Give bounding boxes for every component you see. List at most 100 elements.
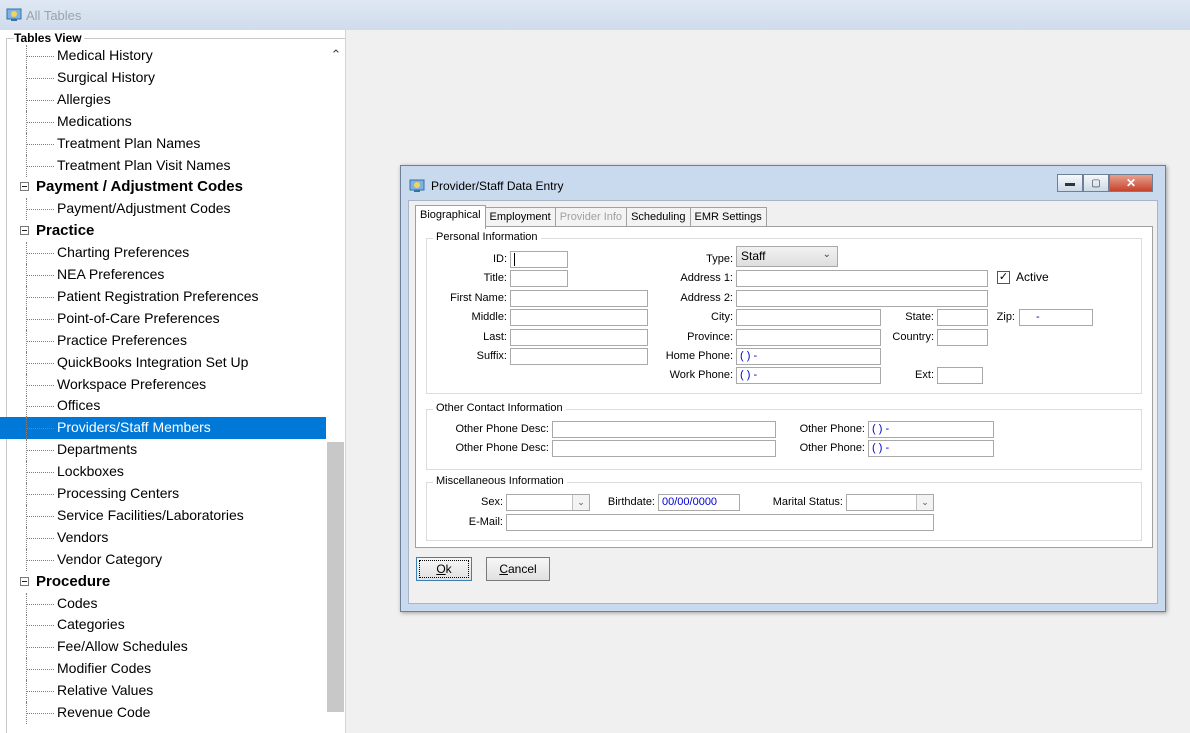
tree-item-row[interactable]: Codes <box>0 592 326 615</box>
first-name-label: First Name: <box>450 292 507 304</box>
tree-item-row[interactable]: NEA Preferences <box>0 264 326 286</box>
tree-item-row[interactable]: Vendors <box>0 526 326 549</box>
tree-item-row[interactable]: Modifier Codes <box>0 658 326 681</box>
address1-label: Address 1: <box>680 272 733 284</box>
tab-emr-settings[interactable]: EMR Settings <box>689 207 767 227</box>
tree-item-row[interactable]: Vendor Category <box>0 548 326 571</box>
tree-group-row[interactable]: Procedure <box>0 571 326 593</box>
tree-item-row[interactable]: Surgical History <box>0 66 326 89</box>
tree-item-row[interactable]: Processing Centers <box>0 483 326 505</box>
tree-item-row[interactable]: Relative Values <box>0 680 326 703</box>
close-button[interactable]: ✕ <box>1109 174 1153 192</box>
active-checkbox-wrap[interactable]: ✓ Active <box>997 270 1049 284</box>
tree-item-row[interactable]: Workspace Preferences <box>0 373 326 396</box>
tree-item-label: Treatment Plan Visit Names <box>57 156 231 173</box>
chevron-down-icon: ⌄ <box>916 495 933 510</box>
collapse-icon[interactable] <box>20 226 29 236</box>
misc-info-legend: Miscellaneous Information <box>433 475 567 487</box>
middle-label: Middle: <box>471 311 507 323</box>
tree-item-row[interactable]: Treatment Plan Visit Names <box>0 154 326 177</box>
scroll-up-icon[interactable]: ⌃ <box>329 48 343 62</box>
tree-item-label: Payment/Adjustment Codes <box>57 200 231 217</box>
tree-item-row[interactable]: Medications <box>0 110 326 133</box>
ok-button[interactable]: Ok <box>416 557 472 581</box>
tree-item-label: Point-of-Care Preferences <box>57 309 220 326</box>
first-name-input[interactable] <box>510 290 648 307</box>
tree-connector-dots <box>26 253 54 255</box>
tree-group-row[interactable]: Practice <box>0 220 326 242</box>
tree-item-row[interactable]: Revenue Code <box>0 702 326 724</box>
country-input[interactable] <box>937 329 988 346</box>
tree-group-row[interactable]: Payment / Adjustment Codes <box>0 176 326 198</box>
tree-connector-dots <box>26 275 54 276</box>
address2-label: Address 2: <box>680 292 733 304</box>
tree-item-row[interactable]: Payment/Adjustment Codes <box>0 198 326 221</box>
tree-item-row[interactable]: Categories <box>0 614 326 637</box>
text-cursor <box>514 253 515 266</box>
title-label: Title: <box>483 272 507 284</box>
marital-status-label: Marital Status: <box>772 496 843 508</box>
tree-item-row[interactable]: Service Facilities/Laboratories <box>0 504 326 527</box>
middle-input[interactable] <box>510 309 648 326</box>
tree-item-label: Treatment Plan Names <box>57 134 201 151</box>
birthdate-input[interactable]: 00/00/0000 <box>658 494 740 511</box>
email-input[interactable] <box>506 514 934 531</box>
tree-item-row[interactable]: Offices <box>0 395 326 418</box>
city-input[interactable] <box>736 309 881 326</box>
tree-item-row[interactable]: Treatment Plan Names <box>0 132 326 155</box>
tree-item-row[interactable]: Departments <box>0 439 326 462</box>
tables-tree-view[interactable]: Tables View Medical History Surgical Hist… <box>0 30 346 733</box>
ext-input[interactable] <box>937 367 983 384</box>
zip-input[interactable]: - <box>1019 309 1093 326</box>
tree-item-label: Practice Preferences <box>57 331 187 348</box>
minimize-button[interactable]: ▬ <box>1057 174 1083 192</box>
id-input[interactable] <box>510 251 568 268</box>
tree-item-row[interactable]: Point-of-Care Preferences <box>0 307 326 330</box>
cancel-button[interactable]: Cancel <box>486 557 550 581</box>
tree-item-row[interactable]: Providers/Staff Members <box>0 417 326 440</box>
marital-status-select[interactable]: ⌄ <box>846 494 934 511</box>
tree-item-row[interactable]: QuickBooks Integration Set Up <box>0 351 326 374</box>
province-input[interactable] <box>736 329 881 346</box>
tree-item-row[interactable]: Patient Registration Preferences <box>0 285 326 308</box>
tree-item-row[interactable]: Allergies <box>0 88 326 111</box>
address2-input[interactable] <box>736 290 988 307</box>
tree-item-row[interactable]: Charting Preferences <box>0 242 326 265</box>
tree-item-row[interactable]: Practice Preferences <box>0 329 326 352</box>
tree-item-label: Practice <box>36 222 95 240</box>
other-contact-group: Other Contact Information Other Phone De… <box>426 402 1142 470</box>
tree-item-label: Workspace Preferences <box>57 375 207 392</box>
sex-select[interactable]: ⌄ <box>506 494 590 511</box>
other-phone-desc2-input[interactable] <box>552 440 776 457</box>
active-checkbox[interactable]: ✓ <box>997 270 1010 284</box>
tab-scheduling[interactable]: Scheduling <box>626 207 691 227</box>
last-input[interactable] <box>510 329 648 346</box>
title-input[interactable] <box>510 270 568 287</box>
work-phone-input[interactable]: ( ) - <box>736 367 881 384</box>
type-select[interactable]: Staff ⌄ <box>736 246 838 267</box>
address1-input[interactable] <box>736 270 988 287</box>
tree-connector-dots <box>26 472 54 474</box>
maximize-button[interactable]: ▢ <box>1083 174 1109 192</box>
tree-item-row[interactable]: Medical History <box>0 45 326 67</box>
tab-biographical[interactable]: Biographical <box>415 205 486 229</box>
birthdate-label: Birthdate: <box>607 496 655 508</box>
other-phone1-input[interactable]: ( ) - <box>868 421 994 438</box>
city-label: City: <box>711 311 733 323</box>
other-phone1-label: Other Phone: <box>799 423 865 435</box>
state-input[interactable] <box>937 309 988 326</box>
tab-employment[interactable]: Employment <box>484 207 556 227</box>
scrollbar-thumb[interactable] <box>327 442 344 712</box>
biographical-page: Personal Information ID: Title: First Na… <box>415 226 1153 548</box>
other-phone-desc1-input[interactable] <box>552 421 776 438</box>
other-contact-legend: Other Contact Information <box>433 402 566 414</box>
suffix-input[interactable] <box>510 348 648 365</box>
home-phone-input[interactable]: ( ) - <box>736 348 881 365</box>
tree-item-label: Offices <box>57 397 101 414</box>
tree-item-row[interactable]: Fee/Allow Schedules <box>0 636 326 659</box>
provider-staff-dialog: Provider/Staff Data Entry ▬ ▢ ✕ Biograph… <box>400 165 1166 612</box>
other-phone2-input[interactable]: ( ) - <box>868 440 994 457</box>
tree-item-row[interactable]: Lockboxes <box>0 461 326 484</box>
collapse-icon[interactable] <box>20 576 29 586</box>
collapse-icon[interactable] <box>20 182 29 192</box>
